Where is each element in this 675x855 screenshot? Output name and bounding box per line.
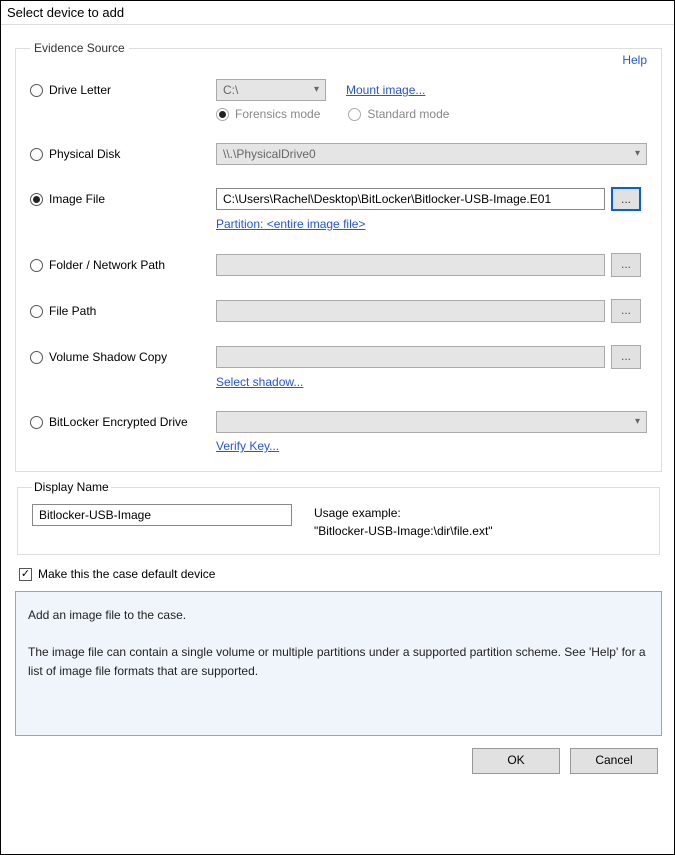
- physical-disk-radio[interactable]: Physical Disk: [30, 147, 210, 161]
- usage-value: "Bitlocker-USB-Image:\dir\file.ext": [314, 522, 493, 540]
- bitlocker-combo[interactable]: ▾: [216, 411, 647, 433]
- vsc-label: Volume Shadow Copy: [49, 350, 167, 364]
- mount-image-link[interactable]: Mount image...: [346, 83, 425, 97]
- default-device-checkbox[interactable]: ✓ Make this the case default device: [19, 567, 660, 581]
- folder-path-input: [216, 254, 605, 276]
- partition-link[interactable]: Partition: <entire image file>: [216, 217, 605, 231]
- vsc-browse-button[interactable]: ...: [611, 345, 641, 369]
- bitlocker-label: BitLocker Encrypted Drive: [49, 415, 188, 429]
- usage-title: Usage example:: [314, 504, 493, 522]
- chevron-down-icon: ▾: [635, 416, 640, 427]
- radio-icon: [30, 193, 43, 206]
- standard-mode-radio: Standard mode: [348, 107, 449, 121]
- checkbox-icon: ✓: [19, 568, 32, 581]
- physical-disk-combo[interactable]: \\.\PhysicalDrive0 ▾: [216, 143, 647, 165]
- evidence-source-group: Evidence Source Help Drive Letter C:\ ▾ …: [15, 41, 662, 472]
- chevron-down-icon: ▾: [635, 148, 640, 159]
- drive-letter-combo[interactable]: C:\ ▾: [216, 79, 326, 101]
- bitlocker-radio[interactable]: BitLocker Encrypted Drive: [30, 415, 210, 429]
- vsc-input: [216, 346, 605, 368]
- radio-icon: [30, 84, 43, 97]
- display-name-group: Display Name Usage example: "Bitlocker-U…: [17, 480, 660, 555]
- info-line2: The image file can contain a single volu…: [28, 643, 649, 680]
- forensics-mode-label: Forensics mode: [235, 107, 320, 121]
- radio-icon: [348, 108, 361, 121]
- forensics-mode-radio: Forensics mode: [216, 107, 320, 121]
- dialog-title: Select device to add: [1, 1, 674, 25]
- radio-icon: [30, 305, 43, 318]
- drive-letter-radio[interactable]: Drive Letter: [30, 83, 210, 97]
- physical-disk-label: Physical Disk: [49, 147, 120, 161]
- drive-letter-label: Drive Letter: [49, 83, 111, 97]
- radio-icon: [216, 108, 229, 121]
- dialog-body: Evidence Source Help Drive Letter C:\ ▾ …: [1, 25, 674, 784]
- select-shadow-link[interactable]: Select shadow...: [216, 375, 605, 389]
- file-path-browse-button[interactable]: ...: [611, 299, 641, 323]
- folder-path-browse-button[interactable]: ...: [611, 253, 641, 277]
- info-line1: Add an image file to the case.: [28, 606, 649, 625]
- usage-example: Usage example: "Bitlocker-USB-Image:\dir…: [314, 504, 493, 540]
- file-path-radio[interactable]: File Path: [30, 304, 210, 318]
- display-name-input[interactable]: [32, 504, 292, 526]
- folder-path-label: Folder / Network Path: [49, 258, 165, 272]
- standard-mode-label: Standard mode: [367, 107, 449, 121]
- image-file-browse-button[interactable]: ...: [611, 187, 641, 211]
- image-file-input[interactable]: [216, 188, 605, 210]
- folder-path-radio[interactable]: Folder / Network Path: [30, 258, 210, 272]
- evidence-source-legend: Evidence Source: [30, 41, 129, 55]
- drive-letter-value: C:\: [223, 83, 238, 97]
- radio-icon: [30, 416, 43, 429]
- radio-icon: [30, 259, 43, 272]
- image-file-label: Image File: [49, 192, 105, 206]
- vsc-radio[interactable]: Volume Shadow Copy: [30, 350, 210, 364]
- file-path-input: [216, 300, 605, 322]
- radio-icon: [30, 148, 43, 161]
- image-file-radio[interactable]: Image File: [30, 192, 210, 206]
- chevron-down-icon: ▾: [314, 84, 319, 95]
- cancel-button[interactable]: Cancel: [570, 748, 658, 774]
- physical-disk-value: \\.\PhysicalDrive0: [223, 147, 316, 161]
- verify-key-link[interactable]: Verify Key...: [216, 439, 605, 453]
- info-panel: Add an image file to the case. The image…: [15, 591, 662, 736]
- file-path-label: File Path: [49, 304, 96, 318]
- radio-icon: [30, 351, 43, 364]
- help-link[interactable]: Help: [622, 53, 647, 67]
- display-name-legend: Display Name: [32, 480, 111, 494]
- default-device-label: Make this the case default device: [38, 567, 215, 581]
- ok-button[interactable]: OK: [472, 748, 560, 774]
